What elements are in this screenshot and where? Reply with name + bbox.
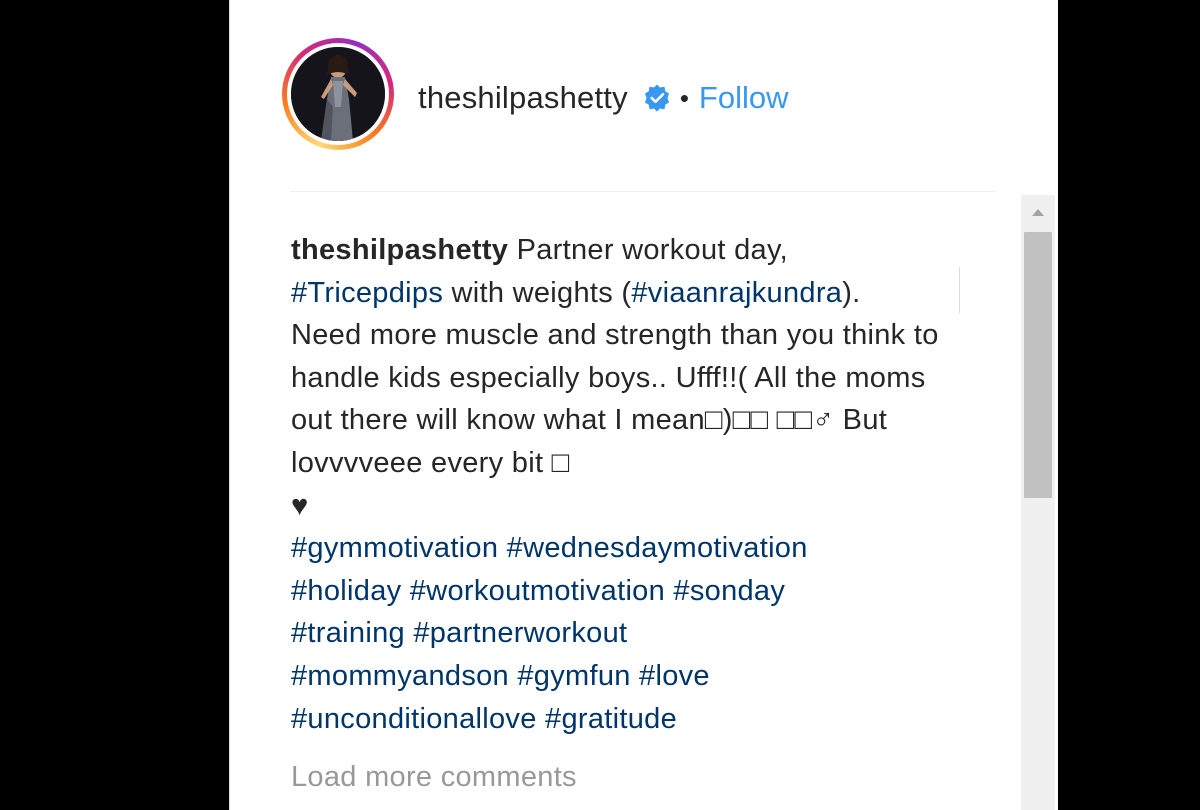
hashtag-link[interactable]: #Tricepdips xyxy=(291,277,443,309)
caption-text: Partner workout day, xyxy=(508,234,788,266)
hashtag-link[interactable]: #wednesdaymotivation xyxy=(507,532,808,564)
follow-button[interactable]: Follow xyxy=(699,76,789,120)
hashtag-link[interactable]: #holiday xyxy=(291,575,401,607)
load-more-comments-button[interactable]: Load more comments xyxy=(291,761,577,794)
hashtag-link[interactable]: #partnerworkout xyxy=(413,617,627,649)
caption-body: Need more muscle and strength than you t… xyxy=(291,319,939,479)
hashtag-link[interactable]: #love xyxy=(639,660,710,692)
avatar-photo-icon xyxy=(291,47,385,141)
post-caption: theshilpashetty Partner workout day, #Tr… xyxy=(291,229,971,740)
post-panel: theshilpashetty • Follow theshilpashetty… xyxy=(229,0,1058,810)
separator-dot: • xyxy=(679,83,689,113)
caption-text: with weights ( xyxy=(443,276,632,309)
scrollbar-thumb[interactable] xyxy=(1024,232,1052,498)
story-ring[interactable] xyxy=(282,38,394,150)
username-link[interactable]: theshilpashetty xyxy=(418,76,628,120)
avatar[interactable] xyxy=(291,47,385,141)
heart-icon: ♥ xyxy=(291,489,309,522)
hashtag-link[interactable]: #unconditionallove xyxy=(291,703,537,735)
hashtag-link[interactable]: #sonday xyxy=(673,575,785,607)
hashtag-link[interactable]: #mommyandson xyxy=(291,660,509,692)
mention-hashtag-link[interactable]: #viaanrajkundra xyxy=(631,277,842,309)
hashtag-link[interactable]: #workoutmotivation xyxy=(410,575,665,607)
hashtag-link[interactable]: #gratitude xyxy=(545,703,677,735)
hashtag-link[interactable]: #gymmotivation xyxy=(291,532,498,564)
chevron-up-icon xyxy=(1032,209,1044,216)
username-row: theshilpashetty • Follow xyxy=(418,76,789,120)
header-divider xyxy=(290,191,996,192)
vertical-scrollbar[interactable] xyxy=(1021,195,1055,810)
caption-author-link[interactable]: theshilpashetty xyxy=(291,234,508,266)
verified-badge-icon xyxy=(644,84,669,112)
post-header: theshilpashetty • Follow xyxy=(230,0,1058,192)
comments-scroll-area[interactable]: theshilpashetty Partner workout day, #Tr… xyxy=(230,195,1058,810)
hashtag-link[interactable]: #training xyxy=(291,617,405,649)
hashtag-link[interactable]: #gymfun xyxy=(517,660,630,692)
caption-text: ). xyxy=(842,276,861,309)
scroll-up-arrow[interactable] xyxy=(1021,195,1055,229)
